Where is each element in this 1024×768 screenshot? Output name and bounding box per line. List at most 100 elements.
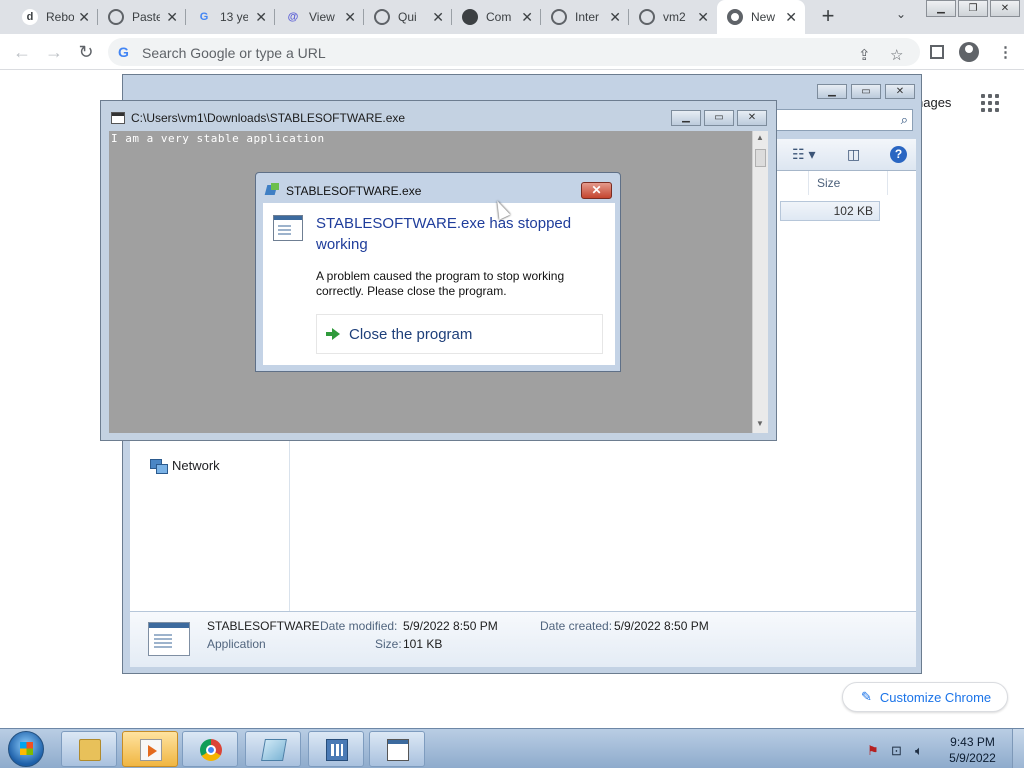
tab-rebo[interactable]: d Rebo ✕: [12, 0, 98, 34]
details-date-modified: 5/9/2022 8:50 PM: [403, 619, 498, 633]
console-title: C:\Users\vm1\Downloads\STABLESOFTWARE.ex…: [131, 111, 406, 125]
minimize-icon[interactable]: ▁: [926, 0, 956, 17]
close-icon[interactable]: ✕: [885, 84, 915, 99]
scroll-thumb[interactable]: [755, 149, 766, 167]
details-date-created: 5/9/2022 8:50 PM: [614, 619, 709, 633]
tab-inter[interactable]: Inter ✕: [541, 0, 629, 34]
chrome-icon: [727, 9, 743, 25]
customize-chrome-label: Customize Chrome: [879, 689, 992, 705]
customize-chrome-button[interactable]: ✎ Customize Chrome: [842, 682, 1008, 712]
share-icon[interactable]: ⇪: [858, 46, 871, 64]
tab-title: Qui: [398, 10, 417, 24]
tab-close-icon[interactable]: ✕: [697, 9, 709, 25]
bookmark-star-icon[interactable]: ☆: [890, 46, 903, 64]
tab-close-icon[interactable]: ✕: [344, 9, 356, 25]
tab-paste[interactable]: Paste ✕: [98, 0, 186, 34]
start-button[interactable]: [8, 731, 44, 767]
dialog-close-button[interactable]: ✕: [581, 182, 612, 199]
tab-search-chevron-icon[interactable]: ⌄: [896, 7, 906, 21]
tab-view[interactable]: @ View ✕: [275, 0, 364, 34]
taskbar-media-player-button[interactable]: [122, 731, 178, 767]
help-icon[interactable]: ?: [890, 146, 907, 163]
new-tab-plus-icon[interactable]: +: [816, 4, 840, 28]
tab-new-tab[interactable]: New ✕: [717, 0, 805, 34]
profile-avatar-icon[interactable]: [959, 42, 979, 62]
file-row-size[interactable]: 102 KB: [780, 201, 880, 221]
taskbar: ⚑ ⊡ 🔈︎ 9:43 PM 5/9/2022: [0, 728, 1024, 768]
details-date-created-label: Date created:: [540, 619, 613, 633]
green-arrow-icon: [326, 327, 340, 341]
preview-pane-icon[interactable]: ◫: [847, 146, 860, 163]
minimize-icon[interactable]: ▁: [817, 84, 847, 99]
taskbar-stablesoftware-button[interactable]: [369, 731, 425, 767]
chrome-icon: [200, 739, 222, 761]
tab-qui[interactable]: Qui ✕: [364, 0, 452, 34]
chrome-menu-icon[interactable]: ⋮: [998, 43, 1013, 61]
volume-icon[interactable]: 🔈︎: [915, 743, 923, 759]
tab-close-icon[interactable]: ✕: [609, 9, 621, 25]
console-app-icon: [111, 112, 125, 124]
details-file-name: STABLESOFTWARE: [207, 619, 320, 633]
action-center-flag-icon[interactable]: ⚑: [867, 743, 879, 759]
console-scrollbar[interactable]: ▲ ▼: [752, 131, 768, 433]
control-panel-icon: [326, 739, 348, 761]
globe-icon: [108, 9, 124, 25]
tab-close-icon[interactable]: ✕: [255, 9, 267, 25]
taskbar-notepad-button[interactable]: [245, 731, 301, 767]
maximize-icon[interactable]: ▭: [851, 84, 881, 99]
omnibox-placeholder[interactable]: Search Google or type a URL: [142, 45, 326, 61]
column-header-size[interactable]: Size: [808, 171, 888, 195]
folder-icon: [79, 739, 101, 761]
scroll-up-icon[interactable]: ▲: [756, 133, 764, 142]
error-dialog: STABLESOFTWARE.exe ✕ STABLESOFTWARE.exe …: [255, 172, 621, 372]
tab-close-icon[interactable]: ✕: [785, 9, 797, 25]
omnibox[interactable]: G Search Google or type a URL ⇪ ☆: [108, 38, 920, 66]
nav-item-network[interactable]: Network: [150, 458, 220, 474]
network-tray-icon[interactable]: ⊡: [891, 743, 902, 759]
restore-icon[interactable]: ❐: [958, 0, 988, 17]
reload-icon[interactable]: ↻: [74, 40, 98, 64]
tab-close-icon[interactable]: ✕: [432, 9, 444, 25]
application-icon: [148, 622, 190, 656]
nav-item-label: Network: [172, 458, 220, 473]
forward-arrow-icon[interactable]: →: [42, 40, 66, 64]
back-arrow-icon[interactable]: ←: [10, 40, 34, 64]
tab-close-icon[interactable]: ✕: [521, 9, 533, 25]
chrome-window-controls: ▁ ❐ ✕: [926, 0, 1024, 18]
minimize-icon[interactable]: ▁: [671, 110, 701, 126]
tab-com[interactable]: Com ✕: [452, 0, 541, 34]
taskbar-explorer-button[interactable]: [61, 731, 117, 767]
network-icon: [150, 458, 168, 474]
apps-grid-icon[interactable]: [981, 94, 999, 112]
close-icon[interactable]: ✕: [737, 110, 767, 126]
system-clock[interactable]: 9:43 PM 5/9/2022: [945, 734, 1000, 766]
tab-close-icon[interactable]: ✕: [78, 9, 90, 25]
application-icon: [387, 739, 409, 761]
dialog-body: STABLESOFTWARE.exe has stopped working A…: [263, 203, 615, 365]
tab-close-icon[interactable]: ✕: [166, 9, 178, 25]
tab-title: vm2: [663, 10, 686, 24]
scroll-down-icon[interactable]: ▼: [756, 419, 764, 428]
side-panel-icon[interactable]: [930, 45, 944, 59]
application-icon: [273, 215, 303, 241]
search-icon: ⌕: [900, 112, 908, 127]
details-date-modified-label: Date modified:: [320, 619, 398, 633]
tab-title: 13 ye: [220, 10, 248, 24]
tab-title: Paste: [132, 10, 160, 24]
close-the-program-button[interactable]: Close the program: [316, 314, 603, 354]
tab-title: Rebo: [46, 10, 74, 24]
dialog-heading: STABLESOFTWARE.exe has stopped working: [316, 215, 572, 253]
maximize-icon[interactable]: ▭: [704, 110, 734, 126]
tab-vm2[interactable]: vm2 ✕: [629, 0, 717, 34]
taskbar-control-panel-button[interactable]: [308, 731, 364, 767]
browser-toolbar: ← → ↻ G Search Google or type a URL ⇪ ☆ …: [0, 34, 1024, 70]
tab-13-years[interactable]: G 13 ye ✕: [186, 0, 275, 34]
github-icon: [462, 9, 478, 25]
close-icon[interactable]: ✕: [990, 0, 1020, 17]
details-file-type: Application: [207, 637, 266, 651]
taskbar-chrome-button[interactable]: [182, 731, 238, 767]
explorer-search-input[interactable]: ⌕: [773, 109, 913, 131]
view-options-icon[interactable]: ☷ ▾: [792, 146, 815, 163]
tab-strip: d Rebo ✕ Paste ✕ G 13 ye ✕ @ View ✕ Qui …: [0, 0, 1024, 34]
show-desktop-button[interactable]: [1012, 729, 1024, 768]
